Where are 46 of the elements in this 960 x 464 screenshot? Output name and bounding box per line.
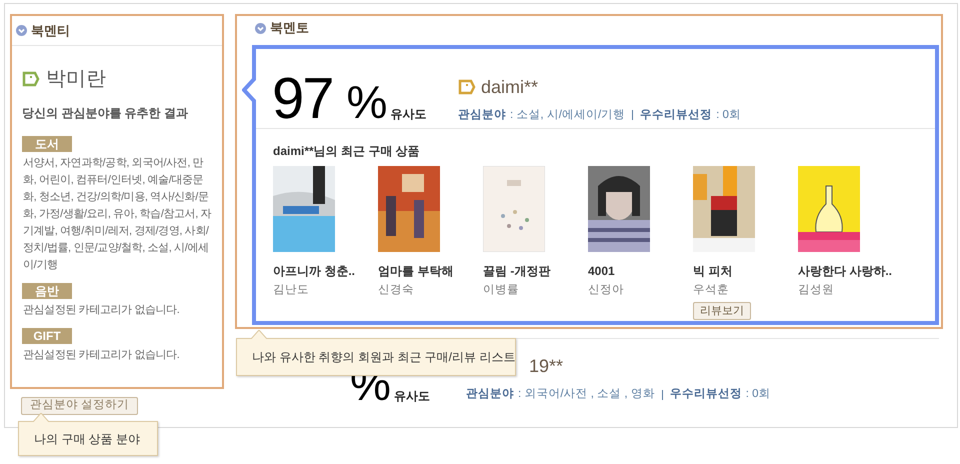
pointer-icon bbox=[242, 77, 256, 103]
user-icon bbox=[22, 71, 40, 87]
book-title: 빅 피처 bbox=[693, 263, 734, 280]
book-title: 사랑한다 사랑하.. bbox=[798, 263, 894, 280]
chevron-icon bbox=[255, 22, 266, 34]
book-title: 아프니까 청춘.. bbox=[273, 263, 356, 280]
similarity-label: 유사도 bbox=[394, 388, 430, 406]
interest-list: : 외국어/사전 , 소설 , 영화 bbox=[518, 386, 655, 404]
interest-label: 관심분야 bbox=[466, 387, 514, 402]
category-text: 관심설정된 카테고리가 없습니다. bbox=[22, 303, 180, 318]
book-author: 김성원 bbox=[798, 283, 835, 298]
book-author: 신정아 bbox=[588, 283, 625, 298]
interest-settings-button[interactable]: 관심분야 설정하기 bbox=[21, 397, 138, 415]
result-heading: 당신의 관심분야를 유추한 결과 bbox=[22, 105, 190, 122]
book-title: 엄마를 부탁해 bbox=[378, 263, 454, 280]
review-count: : 0회 bbox=[746, 387, 771, 402]
mentor-name: daimi** bbox=[481, 76, 538, 99]
review-button[interactable]: 리뷰보기 bbox=[693, 302, 751, 320]
book-author: 이병률 bbox=[483, 283, 520, 298]
review-count: : 0회 bbox=[716, 108, 741, 123]
similarity-label: 유사도 bbox=[390, 106, 426, 123]
category-tag: GIFT bbox=[22, 328, 72, 344]
panel-title: 북멘토 bbox=[270, 19, 309, 38]
interest-label: 관심분야 bbox=[458, 108, 506, 123]
user-icon bbox=[458, 79, 476, 96]
category-tag: 음반 bbox=[22, 283, 72, 299]
review-label: 우수리뷰선정 bbox=[670, 387, 742, 402]
category-tag: 도서 bbox=[22, 136, 72, 152]
review-label: 우수리뷰선정 bbox=[640, 108, 712, 123]
tooltip-arrow-icon bbox=[33, 413, 49, 422]
chevron-icon bbox=[16, 25, 27, 36]
similarity-percent: 97 bbox=[272, 70, 333, 128]
interest-list: : 소설, 시/에세이/기행 bbox=[510, 106, 626, 124]
category-text: 서양서, 자연과학/공학, 외국어/사전, 만화, 어린이, 컴퓨터/인터넷, 예술/대중문화, 청소년, 건강/의학/미용, 역사/신화/문화, 가정/생활/요리, 유아, 학습/참고서, 자기계발, 여행/취미/레저, 경제/경영, 사회/정치/법률, 인문/교양/철학, 소설, 시/에세이/기행 bbox=[22, 156, 212, 273]
recent-purchases-heading: daimi**님의 최근 구매 상품 bbox=[273, 143, 421, 160]
tooltip-arrow-icon bbox=[251, 330, 267, 339]
category-text: 관심설정된 카테고리가 없습니다. bbox=[22, 348, 180, 363]
book-author: 신경숙 bbox=[378, 283, 415, 298]
mentor-name: 19** bbox=[529, 355, 564, 378]
panel-title: 북멘티 bbox=[31, 22, 70, 40]
book-title: 끌림 -개정판 bbox=[483, 263, 552, 280]
percent-sign: % bbox=[346, 79, 388, 125]
book-author: 김난도 bbox=[273, 283, 310, 298]
user-name: 박미란 bbox=[46, 67, 106, 92]
book-title: 4001 bbox=[588, 263, 616, 280]
book-author: 우석훈 bbox=[693, 283, 730, 298]
